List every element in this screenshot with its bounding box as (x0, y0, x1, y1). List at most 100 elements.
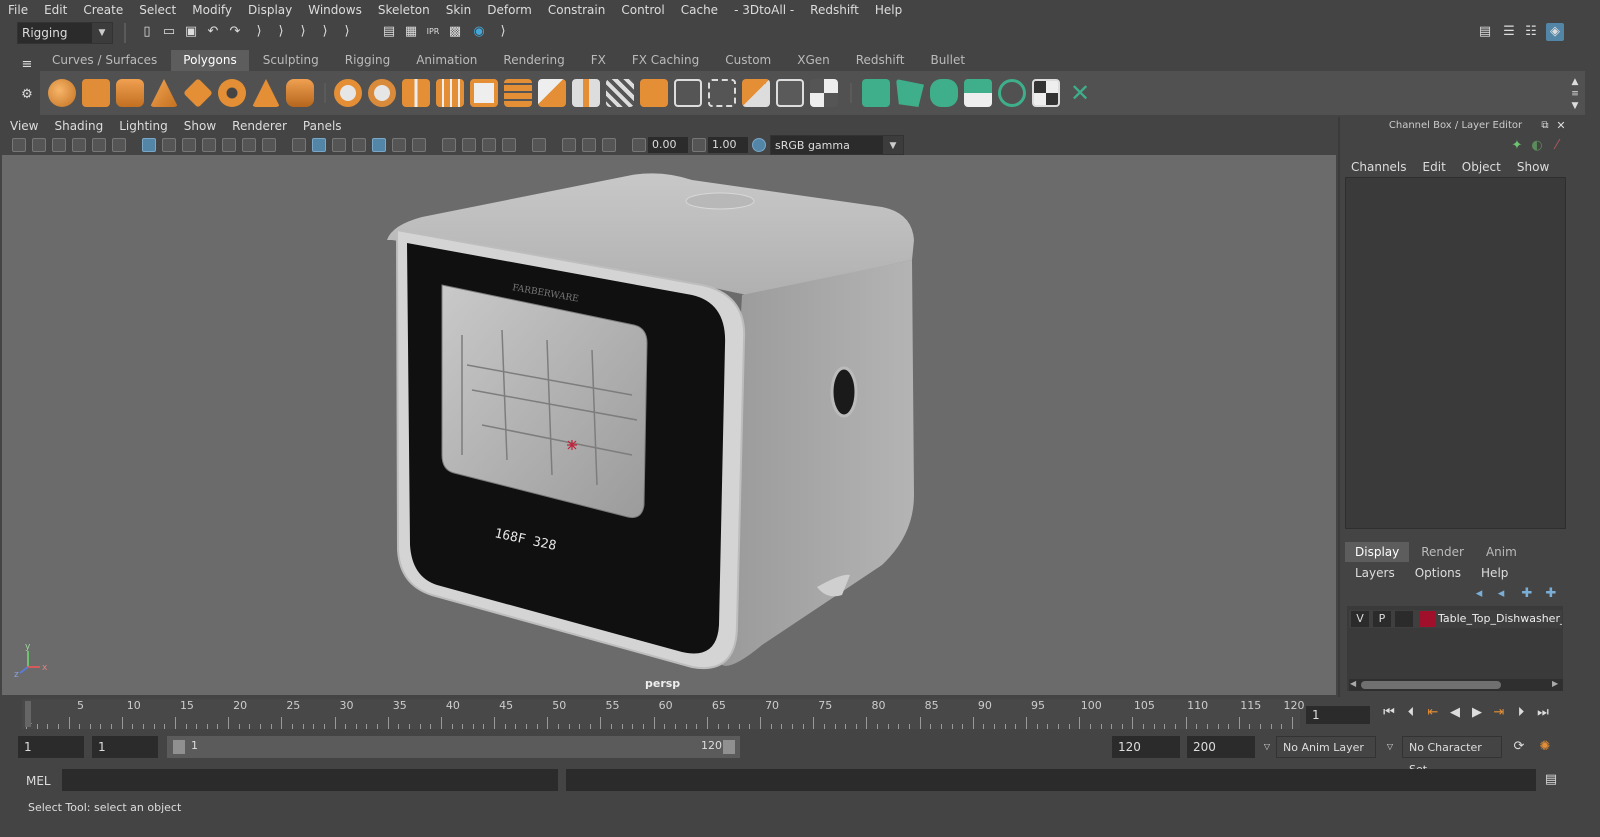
lights-icon[interactable] (392, 138, 406, 152)
layer-visibility-icon[interactable]: ◐ (1528, 137, 1546, 155)
shelf-tab-custom[interactable]: Custom (713, 50, 784, 71)
separate-icon[interactable] (368, 79, 396, 107)
menu-control[interactable]: Control (613, 0, 672, 20)
gamma-field[interactable]: 1.00 (708, 137, 748, 153)
safe-action-icon[interactable] (242, 138, 256, 152)
smooth-icon[interactable] (436, 79, 464, 107)
poly-cone-icon[interactable] (150, 79, 178, 107)
shelf-tab-rendering[interactable]: Rendering (491, 50, 577, 71)
menu-redshift[interactable]: Redshift (802, 0, 867, 20)
channel-box-menu-channels[interactable]: Channels (1343, 157, 1415, 177)
menu-cache[interactable]: Cache (673, 0, 726, 20)
safe-title-icon[interactable] (262, 138, 276, 152)
menu-constrain[interactable]: Constrain (540, 0, 614, 20)
layer-menu-options[interactable]: Options (1405, 563, 1471, 583)
shelf-tab-rigging[interactable]: Rigging (332, 50, 403, 71)
render-settings-icon[interactable]: ▩ (446, 23, 464, 41)
menu-modify[interactable]: Modify (184, 0, 240, 20)
automatic-map-icon[interactable] (964, 79, 992, 107)
chevron-right-icon[interactable]: ⟩ (250, 23, 268, 41)
layer-list-scrollbar[interactable]: ◀ ▶ (1349, 679, 1563, 691)
layer-color-swatch[interactable] (1419, 611, 1435, 627)
xray-active-icon[interactable] (582, 138, 596, 152)
chevron-down-icon[interactable]: ▽ (1258, 738, 1276, 756)
poly-torus-icon[interactable] (218, 79, 246, 107)
next-key-icon[interactable]: ⇥ (1490, 704, 1508, 722)
layer-menu-help[interactable]: Help (1471, 563, 1518, 583)
viewport-menu-show[interactable]: Show (176, 117, 224, 135)
open-scene-icon[interactable]: ▭ (160, 23, 178, 41)
layer-row[interactable]: V P Table_Top_Dishwasher_F (1349, 610, 1562, 628)
end-time-field[interactable]: 200 (1187, 736, 1255, 758)
menu-edit[interactable]: Edit (36, 0, 75, 20)
poly-pipe-icon[interactable] (286, 79, 314, 107)
chevron-down-icon[interactable]: ▽ (1381, 738, 1399, 756)
go-to-end-icon[interactable]: ⏭ (1534, 704, 1552, 722)
menu-select[interactable]: Select (131, 0, 184, 20)
channel-box-menu-edit[interactable]: Edit (1415, 157, 1454, 177)
menu-set-dropdown[interactable]: Rigging ▼ (17, 22, 113, 44)
poly-cylinder-icon[interactable] (116, 79, 144, 107)
panel-divider[interactable] (1338, 117, 1340, 697)
scroll-left-icon[interactable]: ◀ (1350, 679, 1356, 688)
redo-icon[interactable]: ↷ (226, 23, 244, 41)
start-time-field[interactable]: 1 (18, 736, 84, 758)
layer-menu-layers[interactable]: Layers (1345, 563, 1405, 583)
mel-label[interactable]: MEL (26, 774, 51, 788)
uv-checker-icon[interactable] (1032, 79, 1060, 107)
layer-type-toggle[interactable] (1395, 611, 1413, 627)
combine-icon[interactable] (334, 79, 362, 107)
scrollbar-thumb[interactable] (1361, 681, 1501, 689)
chevron-right-icon[interactable]: ⟩ (294, 23, 312, 41)
smooth-shade-icon[interactable] (312, 138, 326, 152)
multi-cut-icon[interactable] (538, 79, 566, 107)
exposure-field[interactable]: 0.00 (648, 137, 688, 153)
shelf-tab-xgen[interactable]: XGen (785, 50, 842, 71)
play-backwards-icon[interactable]: ◀ (1446, 704, 1464, 722)
menu-file[interactable]: File (0, 0, 36, 20)
new-layer-selected-icon[interactable]: ✚ (1542, 585, 1560, 603)
merge-icon[interactable] (674, 79, 702, 107)
unfold-icon[interactable] (998, 79, 1026, 107)
render-view-icon[interactable]: ▤ (380, 23, 398, 41)
range-start-handle[interactable] (173, 740, 185, 754)
shelf-tab-animation[interactable]: Animation (404, 50, 490, 71)
shelf-tab-fx-caching[interactable]: FX Caching (619, 50, 712, 71)
menu-create[interactable]: Create (75, 0, 131, 20)
undo-icon[interactable]: ↶ (204, 23, 222, 41)
menu-icon[interactable]: ≡ (18, 56, 36, 74)
channel-box-icon[interactable]: ◈ (1546, 23, 1564, 41)
render-frame-icon[interactable]: ▦ (402, 23, 420, 41)
tool-settings-icon[interactable]: ☷ (1522, 23, 1540, 41)
xray-joints-icon[interactable] (602, 138, 616, 152)
extrude-icon[interactable] (470, 79, 498, 107)
prev-key-icon[interactable]: ⇤ (1424, 704, 1442, 722)
image-plane-icon[interactable] (72, 138, 86, 152)
layer-tab-display[interactable]: Display (1345, 542, 1410, 562)
scroll-right-icon[interactable]: ▶ (1552, 679, 1558, 688)
textured-icon[interactable] (372, 138, 386, 152)
gate-mask-icon[interactable] (202, 138, 216, 152)
gamma-icon[interactable] (692, 138, 706, 152)
script-editor-icon[interactable]: ▤ (1542, 771, 1560, 789)
playback-start-field[interactable]: 1 (92, 736, 158, 758)
field-chart-icon[interactable] (222, 138, 236, 152)
spherical-map-icon[interactable] (930, 79, 958, 107)
uv-editor-icon[interactable] (776, 79, 804, 107)
chevron-right-icon[interactable]: ⟩ (316, 23, 334, 41)
screen-space-ao-icon[interactable] (442, 138, 456, 152)
wireframe-icon[interactable] (292, 138, 306, 152)
modeling-toolkit-icon[interactable]: ▤ (1476, 23, 1494, 41)
motion-blur-icon[interactable] (462, 138, 476, 152)
color-space-dropdown[interactable]: sRGB gamma ▼ (770, 135, 904, 155)
close-icon[interactable]: ✕ (1552, 117, 1570, 135)
flip-icon[interactable] (742, 79, 770, 107)
menu-help[interactable]: Help (867, 0, 910, 20)
shelf-tab-polygons[interactable]: Polygons (171, 50, 249, 71)
layer-playback-toggle[interactable]: P (1373, 611, 1391, 627)
menu-display[interactable]: Display (240, 0, 300, 20)
range-end-handle[interactable] (723, 740, 735, 754)
poly-plane-icon[interactable] (183, 78, 213, 108)
shelf-tab-bullet[interactable]: Bullet (918, 50, 978, 71)
film-gate-icon[interactable] (162, 138, 176, 152)
